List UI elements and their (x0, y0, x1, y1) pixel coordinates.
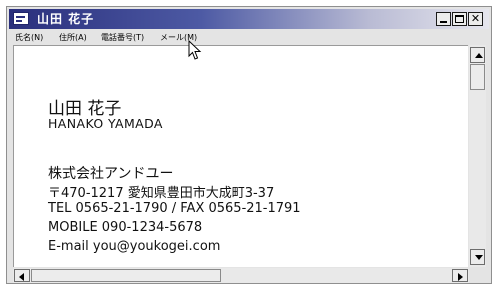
maximize-button[interactable] (452, 12, 467, 26)
scrollbar-corner (469, 268, 486, 283)
document-area[interactable]: 山田 花子 HANAKO YAMADA 株式会社アンドユー 〒470-1217 … (13, 45, 468, 267)
mouse-cursor-icon (188, 40, 202, 60)
window-title: 山田 花子 (37, 12, 95, 26)
menu-bar: 氏名(N) 住所(A) 電話番号(T) メール(M) (9, 30, 489, 45)
arrow-up-icon (475, 53, 483, 58)
minimize-icon (440, 21, 447, 23)
menu-item-address[interactable]: 住所(A) (59, 31, 87, 44)
menu-item-phone[interactable]: 電話番号(T) (101, 31, 144, 44)
menu-item-name[interactable]: 氏名(N) (15, 31, 43, 44)
mobile-number: MOBILE 090-1234-5678 (48, 220, 203, 235)
title-bar[interactable]: 山田 花子 ✕ (9, 9, 489, 29)
vertical-scroll-thumb[interactable] (470, 64, 485, 90)
horizontal-scroll-thumb[interactable] (31, 269, 221, 282)
email-address: E-mail you@youkogei.com (48, 239, 221, 254)
close-button[interactable]: ✕ (468, 12, 483, 26)
tel-fax: TEL 0565-21-1790 / FAX 0565-21-1791 (48, 201, 301, 216)
arrow-left-icon (19, 273, 24, 281)
vertical-scrollbar[interactable] (469, 45, 486, 267)
card-icon[interactable] (13, 12, 29, 25)
close-icon: ✕ (470, 12, 481, 25)
scroll-left-button[interactable] (14, 269, 30, 282)
arrow-right-icon (458, 273, 463, 281)
maximize-icon (455, 15, 464, 23)
arrow-down-icon (475, 255, 483, 260)
company-name: 株式会社アンドユー (48, 166, 174, 182)
postal-address: 〒470-1217 愛知県豊田市大成町3-37 (48, 186, 275, 201)
name-en: HANAKO YAMADA (48, 116, 163, 131)
scroll-down-button[interactable] (470, 249, 485, 265)
minimize-button[interactable] (436, 12, 451, 26)
scroll-right-button[interactable] (452, 269, 468, 282)
app-window: 山田 花子 ✕ 氏名(N) 住所(A) 電話番号(T) メール(M) 山田 花子… (6, 6, 492, 284)
horizontal-scrollbar[interactable] (13, 268, 469, 283)
scroll-up-button[interactable] (470, 47, 485, 63)
